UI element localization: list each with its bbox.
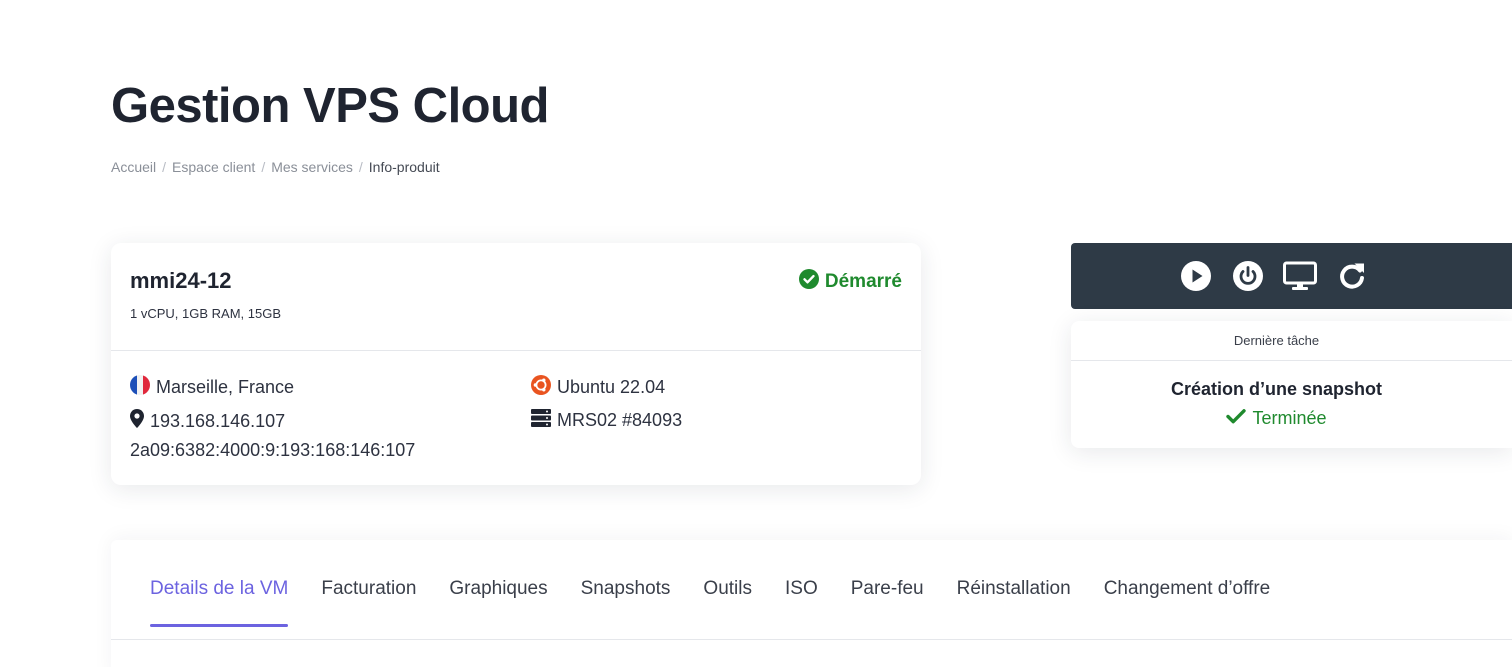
status-label: Démarré xyxy=(824,271,902,292)
task-name: Création d’une snapshot xyxy=(1170,379,1383,399)
status-badge: Démarré xyxy=(798,269,902,295)
check-icon xyxy=(1226,408,1247,429)
server-id: MRS02 #84093 xyxy=(557,410,683,430)
breadcrumb-client-area[interactable]: Espace client xyxy=(172,159,255,175)
task-state: Terminée xyxy=(1071,408,1512,429)
server-row: MRS02 #84093 xyxy=(531,409,682,432)
restart-button[interactable] xyxy=(1335,259,1369,293)
monitor-icon xyxy=(1282,261,1317,290)
redo-icon xyxy=(1339,263,1364,289)
play-circle-icon xyxy=(1180,261,1211,291)
location-row: Marseille, France xyxy=(130,375,294,400)
map-marker-icon xyxy=(130,409,144,433)
breadcrumb-services[interactable]: Mes services xyxy=(271,159,353,175)
vm-summary-card: mmi24-12 1 vCPU, 1GB RAM, 15GB Démarré M… xyxy=(111,243,921,485)
os-row: Ubuntu 22.04 xyxy=(531,375,665,400)
power-button[interactable] xyxy=(1231,259,1265,293)
check-circle-icon xyxy=(798,269,819,295)
tab-iso[interactable]: ISO xyxy=(785,578,818,627)
vm-action-bar xyxy=(1071,243,1512,309)
tab-firewall[interactable]: Pare-feu xyxy=(851,578,924,627)
breadcrumb-separator: / xyxy=(358,159,363,175)
tab-plan-change[interactable]: Changement d’offre xyxy=(1104,578,1271,627)
breadcrumb: Accueil / Espace client / Mes services /… xyxy=(111,159,440,175)
ipv4-address: 193.168.146.107 xyxy=(150,410,286,431)
breadcrumb-current: Info-produit xyxy=(368,159,440,175)
ubuntu-icon xyxy=(531,375,551,400)
tab-tools[interactable]: Outils xyxy=(703,578,752,627)
os-name: Ubuntu 22.04 xyxy=(557,377,666,397)
france-flag-icon xyxy=(130,375,150,400)
location-text: Marseille, France xyxy=(156,377,295,397)
ipv6-row: 2a09:6382:4000:9:193:168:146:107 xyxy=(130,440,415,461)
breadcrumb-separator: / xyxy=(162,159,167,175)
console-button[interactable] xyxy=(1282,259,1317,293)
server-icon xyxy=(531,409,551,432)
task-header: Dernière tâche xyxy=(1071,321,1512,361)
last-task-card: Dernière tâche Création d’une snapshot T… xyxy=(1071,321,1512,448)
tab-billing[interactable]: Facturation xyxy=(321,578,416,627)
vm-specs: 1 vCPU, 1GB RAM, 15GB xyxy=(130,306,281,321)
card-divider xyxy=(111,350,921,351)
vm-name: mmi24-12 xyxy=(130,268,232,293)
task-state-label: Terminée xyxy=(1252,408,1327,428)
power-icon xyxy=(1232,261,1263,291)
tabs-divider xyxy=(111,639,1512,640)
tab-snapshots[interactable]: Snapshots xyxy=(581,578,671,627)
vm-tabs-panel: Details de la VM Facturation Graphiques … xyxy=(111,540,1512,667)
tab-reinstall[interactable]: Réinstallation xyxy=(957,578,1071,627)
start-button[interactable] xyxy=(1179,259,1213,293)
page-title: Gestion VPS Cloud xyxy=(111,79,549,133)
tab-bar: Details de la VM Facturation Graphiques … xyxy=(150,578,1270,627)
breadcrumb-separator: / xyxy=(261,159,266,175)
tab-vm-details[interactable]: Details de la VM xyxy=(150,578,289,627)
tab-graphs[interactable]: Graphiques xyxy=(449,578,547,627)
ipv6-address: 2a09:6382:4000:9:193:168:146:107 xyxy=(130,440,416,460)
breadcrumb-home[interactable]: Accueil xyxy=(111,159,156,175)
ipv4-row: 193.168.146.107 xyxy=(130,409,285,433)
